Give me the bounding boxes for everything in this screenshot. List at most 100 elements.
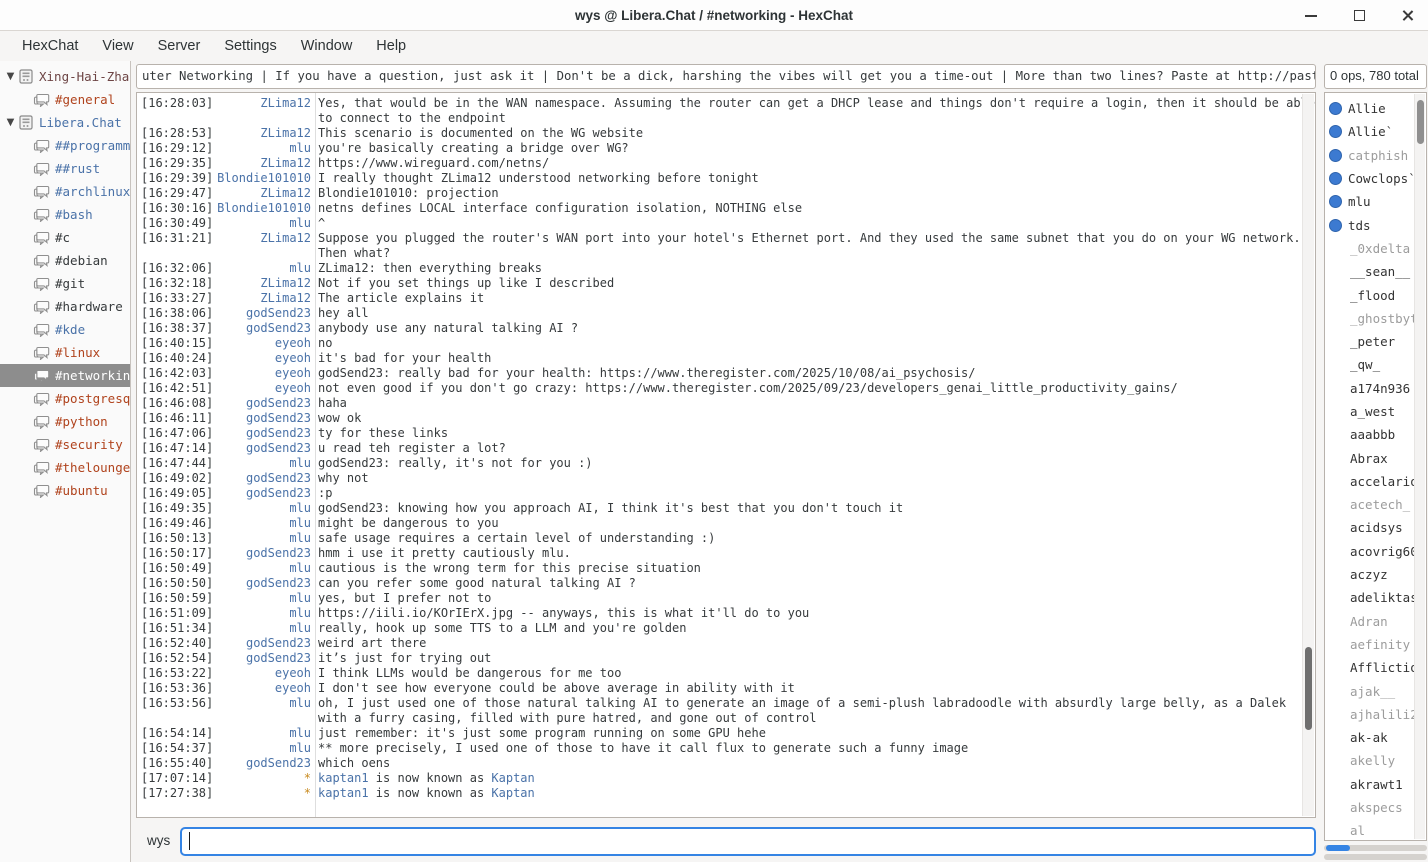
user-list-item-a174n936[interactable]: a174n936 — [1325, 377, 1426, 400]
tree-item-archlinux[interactable]: #archlinux — [0, 180, 130, 203]
channel-icon — [33, 346, 50, 360]
expander-icon[interactable]: ▼ — [3, 117, 18, 128]
voice-dot-icon — [1329, 219, 1342, 232]
user-list-item-aczyz[interactable]: aczyz — [1325, 563, 1426, 586]
user-list-item-afflictio[interactable]: Afflictio — [1325, 656, 1426, 679]
user-list-item-mlu[interactable]: mlu — [1325, 190, 1426, 213]
timestamp: [16:50:13] — [137, 531, 211, 546]
userlist-hscrollbar-secondary[interactable] — [1324, 854, 1427, 860]
minimize-button[interactable] — [1302, 7, 1320, 25]
menu-item-hexchat[interactable]: HexChat — [10, 34, 90, 58]
user-list-item-akspecs[interactable]: akspecs — [1325, 796, 1426, 819]
tree-item-kde[interactable]: #kde — [0, 318, 130, 341]
user-list-item-qw[interactable]: _qw_ — [1325, 353, 1426, 376]
tree-item-python[interactable]: #python — [0, 410, 130, 433]
menu-item-view[interactable]: View — [90, 34, 145, 58]
message-input[interactable] — [180, 827, 1316, 856]
userlist-scrollbar[interactable] — [1414, 94, 1425, 839]
chat-message-row: [16:47:06]godSend23ty for these links — [137, 426, 1315, 441]
tree-item-networking[interactable]: #networking — [0, 364, 130, 387]
tree-item-programming[interactable]: ##programming — [0, 134, 130, 157]
menu-item-help[interactable]: Help — [364, 34, 418, 58]
timestamp: [16:50:50] — [137, 576, 211, 591]
tree-item-bash[interactable]: #bash — [0, 203, 130, 226]
user-list-item-tds[interactable]: tds — [1325, 213, 1426, 236]
menu-item-window[interactable]: Window — [289, 34, 365, 58]
server-tree[interactable]: ▼Xing-Hai-Zhan#general▼Libera.Chat##prog… — [0, 61, 131, 862]
tree-item-libera-chat[interactable]: ▼Libera.Chat — [0, 111, 130, 134]
user-list-item-cowclops[interactable]: Cowclops` — [1325, 167, 1426, 190]
chat-scrollbar[interactable] — [1302, 94, 1314, 816]
user-list-item-ajak[interactable]: ajak__ — [1325, 679, 1426, 702]
menu-item-settings[interactable]: Settings — [212, 34, 288, 58]
tree-item-hardware[interactable]: #hardware — [0, 295, 130, 318]
user-list-item-ajhalili2[interactable]: ajhalili2 — [1325, 703, 1426, 726]
user-list-item-acidsys[interactable]: acidsys — [1325, 516, 1426, 539]
user-list-item-a-west[interactable]: a_west — [1325, 400, 1426, 423]
tree-item-debian[interactable]: #debian — [0, 249, 130, 272]
chat-message-row: [16:30:49]mlu^ — [137, 216, 1315, 231]
user-list-item-flood[interactable]: _flood — [1325, 283, 1426, 306]
voice-dot-icon — [1329, 172, 1342, 185]
user-list-item-ghostbyt[interactable]: _ghostbyt — [1325, 307, 1426, 330]
chat-area[interactable]: [16:28:03]ZLima12Yes, that would be in t… — [136, 92, 1316, 818]
user-list-item-abrax[interactable]: Abrax — [1325, 446, 1426, 469]
user-list-item-ak-ak[interactable]: ak-ak — [1325, 726, 1426, 749]
nick: godSend23 — [211, 441, 311, 456]
tree-item-general[interactable]: #general — [0, 88, 130, 111]
tree-item-ubuntu[interactable]: #ubuntu — [0, 479, 130, 502]
user-list-item-accelario[interactable]: accelario — [1325, 470, 1426, 493]
user-list-item-allie[interactable]: Allie` — [1325, 120, 1426, 143]
chat-event-row: [17:27:38]*kaptan1 is now known as Kapta… — [137, 786, 1315, 801]
close-button[interactable] — [1398, 7, 1416, 25]
userlist-scrollbar-thumb[interactable] — [1417, 100, 1424, 144]
tree-item-thelounge[interactable]: #thelounge — [0, 456, 130, 479]
timestamp: [16:47:14] — [137, 441, 211, 456]
chat-scrollbar-thumb[interactable] — [1305, 647, 1312, 730]
user-list-item-acetech[interactable]: acetech_ — [1325, 493, 1426, 516]
user-list-item-aefinity[interactable]: aefinity — [1325, 633, 1426, 656]
user-list-item-adeliktas[interactable]: adeliktas — [1325, 586, 1426, 609]
user-list-item-sean[interactable]: __sean__ — [1325, 260, 1426, 283]
tree-item-c[interactable]: #c — [0, 226, 130, 249]
nick: mlu — [211, 141, 311, 156]
tree-item-linux[interactable]: #linux — [0, 341, 130, 364]
menu-item-server[interactable]: Server — [146, 34, 213, 58]
user-list-item-acovrig60[interactable]: acovrig60 — [1325, 540, 1426, 563]
tree-item-rust[interactable]: ##rust — [0, 157, 130, 180]
tree-item-git[interactable]: #git — [0, 272, 130, 295]
message-text: godSend23: knowing how you approach AI, … — [311, 501, 1315, 516]
user-list-item-al[interactable]: al — [1325, 819, 1426, 841]
user-list[interactable]: AllieAllie`catphishCowclops`mlutds_0xdel… — [1324, 92, 1427, 841]
user-list-item-catphish[interactable]: catphish — [1325, 144, 1426, 167]
message-text: wow ok — [311, 411, 1315, 426]
user-list-item-aaabbb[interactable]: aaabbb — [1325, 423, 1426, 446]
channel-icon — [33, 185, 50, 199]
tree-item-security[interactable]: #security — [0, 433, 130, 456]
server-icon — [18, 115, 34, 130]
user-list-item-akelly[interactable]: akelly — [1325, 749, 1426, 772]
user-list-item-akrawt1[interactable]: akrawt1 — [1325, 773, 1426, 796]
chat-message-row: [16:55:40]godSend23which oens — [137, 756, 1315, 771]
user-name: acetech_ — [1350, 497, 1410, 512]
user-list-item-adran[interactable]: Adran — [1325, 610, 1426, 633]
nick: eyeoh — [211, 366, 311, 381]
channel-icon — [33, 277, 50, 291]
nick: godSend23 — [211, 486, 311, 501]
user-list-item-allie[interactable]: Allie — [1325, 97, 1426, 120]
user-list-item-0xdelta[interactable]: _0xdelta — [1325, 237, 1426, 260]
nick: godSend23 — [211, 636, 311, 651]
timestamp: [16:42:51] — [137, 381, 211, 396]
topic-bar[interactable]: uter Networking | If you have a question… — [136, 64, 1316, 89]
userlist-hscrollbar-thumb[interactable] — [1326, 845, 1350, 851]
tree-item-xing-hai-zhan[interactable]: ▼Xing-Hai-Zhan — [0, 65, 130, 88]
tree-item-postgresql[interactable]: #postgresql — [0, 387, 130, 410]
expander-icon[interactable]: ▼ — [3, 71, 18, 82]
maximize-button[interactable] — [1350, 7, 1368, 25]
event-star-icon: * — [211, 771, 311, 786]
event-text: is now known as — [369, 771, 492, 785]
message-text: ** more precisely, I used one of those t… — [311, 741, 1315, 756]
userlist-hscrollbar[interactable] — [1324, 845, 1427, 851]
nick: mlu — [211, 561, 311, 576]
user-list-item-peter[interactable]: _peter — [1325, 330, 1426, 353]
